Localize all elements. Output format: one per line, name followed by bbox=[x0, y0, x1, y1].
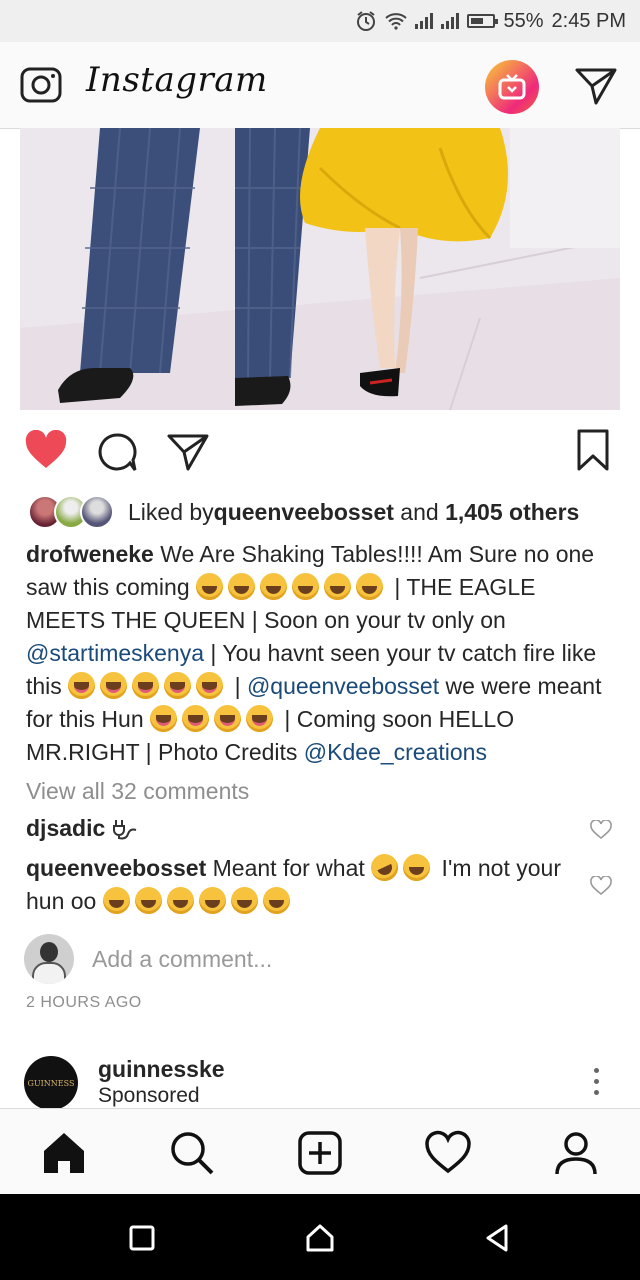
signal-icon-1 bbox=[415, 13, 434, 29]
next-post-username[interactable]: guinnesske bbox=[98, 1056, 225, 1083]
post-caption: drofweneke We Are Shaking Tables!!!! Am … bbox=[26, 538, 616, 769]
igtv-icon[interactable] bbox=[485, 60, 539, 114]
comment-username[interactable]: queenveebosset bbox=[26, 855, 206, 881]
comment-like-icon[interactable] bbox=[590, 820, 612, 840]
laughing-tears-emoji-group bbox=[102, 887, 295, 914]
plug-emoji-icon bbox=[112, 820, 136, 840]
search-icon[interactable] bbox=[168, 1129, 216, 1177]
post-photo-illustration bbox=[20, 128, 620, 410]
system-nav-bar bbox=[0, 1194, 640, 1280]
back-icon[interactable] bbox=[482, 1222, 514, 1254]
profile-icon[interactable] bbox=[552, 1129, 600, 1177]
caption-username[interactable]: drofweneke bbox=[26, 541, 154, 567]
liker-avatars bbox=[28, 495, 114, 529]
home-icon[interactable] bbox=[40, 1129, 88, 1177]
add-comment-row[interactable]: Add a comment... bbox=[24, 934, 624, 984]
comment-username[interactable]: djsadic bbox=[26, 815, 105, 841]
mention-startimeskenya[interactable]: @startimeskenya bbox=[26, 640, 204, 666]
post-actions bbox=[0, 420, 640, 480]
comment-text: Meant for what bbox=[206, 855, 372, 881]
view-all-comments-link[interactable]: View all 32 comments bbox=[26, 778, 249, 805]
signal-icon-2 bbox=[441, 13, 460, 29]
alarm-icon bbox=[357, 11, 376, 31]
comment-icon[interactable] bbox=[96, 432, 138, 474]
tongue-emoji-group-2 bbox=[150, 705, 278, 732]
wifi-icon bbox=[385, 13, 408, 30]
caption-text-4: | bbox=[228, 673, 247, 699]
liked-by-user[interactable]: queenveebosset bbox=[214, 499, 394, 526]
mention-kdee-creations[interactable]: @Kdee_creations bbox=[304, 739, 487, 765]
current-user-avatar bbox=[24, 934, 74, 984]
status-icons: 55% 2:45 PM bbox=[355, 8, 626, 34]
post-photo[interactable] bbox=[20, 128, 620, 410]
camera-icon[interactable] bbox=[20, 64, 62, 106]
direct-send-icon[interactable] bbox=[574, 66, 618, 106]
liked-by-prefix: Liked by bbox=[128, 498, 214, 525]
app-title: Instagram bbox=[86, 60, 268, 100]
new-post-icon[interactable] bbox=[296, 1129, 344, 1177]
laughing-emoji-group bbox=[196, 573, 388, 600]
mention-queenveebosset[interactable]: @queenveebosset bbox=[247, 673, 439, 699]
guinness-avatar[interactable]: GUINNESS bbox=[24, 1056, 78, 1110]
liked-by-and: and bbox=[393, 498, 446, 525]
tongue-emoji-group-1 bbox=[68, 672, 228, 699]
rofl-emoji-group bbox=[366, 849, 435, 886]
clock: 2:45 PM bbox=[551, 9, 626, 32]
battery-percent: 55% bbox=[503, 9, 544, 32]
home-button-icon[interactable] bbox=[304, 1222, 336, 1254]
comment-row: djsadic bbox=[26, 812, 566, 845]
likes-row[interactable]: Liked by queenveebosset and 1,405 others bbox=[28, 494, 579, 530]
app-header: Instagram bbox=[0, 42, 640, 129]
bookmark-icon[interactable] bbox=[576, 428, 610, 472]
liked-by-count[interactable]: 1,405 others bbox=[445, 499, 579, 526]
comment-row: queenveebosset Meant for what I'm not yo… bbox=[26, 849, 566, 918]
like-heart-icon[interactable] bbox=[24, 430, 68, 470]
share-icon[interactable] bbox=[166, 432, 210, 472]
liker-avatar bbox=[80, 495, 114, 529]
sponsored-label: Sponsored bbox=[98, 1084, 200, 1107]
activity-heart-icon[interactable] bbox=[424, 1129, 472, 1177]
comment-like-icon[interactable] bbox=[590, 876, 612, 896]
add-comment-input[interactable]: Add a comment... bbox=[92, 946, 272, 973]
status-bar: 55% 2:45 PM bbox=[0, 0, 640, 42]
post-timestamp: 2 HOURS AGO bbox=[26, 994, 142, 1011]
recent-apps-icon[interactable] bbox=[126, 1222, 158, 1254]
more-options-icon[interactable] bbox=[594, 1068, 600, 1101]
bottom-tab-bar bbox=[0, 1108, 640, 1195]
next-post-header: GUINNESS guinnesske Sponsored bbox=[24, 1056, 624, 1110]
battery-icon bbox=[467, 14, 499, 28]
